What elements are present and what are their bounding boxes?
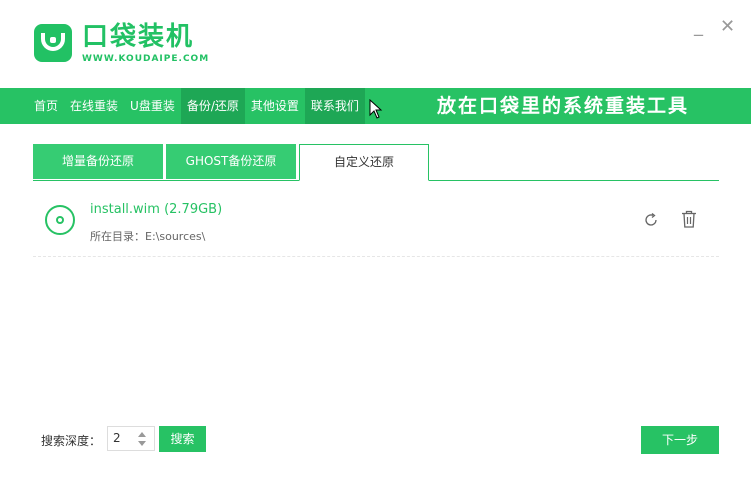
next-step-button[interactable]: 下一步 xyxy=(641,426,719,454)
search-depth-stepper[interactable]: 2 xyxy=(107,426,155,451)
nav-item-other-settings[interactable]: 其他设置 xyxy=(245,88,305,124)
close-button[interactable]: ✕ xyxy=(720,16,735,37)
app-logo: 口袋装机 WWW.KOUDAIPE.COM xyxy=(34,22,209,64)
disc-icon xyxy=(45,205,75,235)
file-path: 所在目录：E:\sources\ xyxy=(90,230,206,243)
mouse-cursor-icon xyxy=(369,99,383,119)
stepper-down-icon[interactable] xyxy=(138,441,146,446)
nav-item-usb-reinstall[interactable]: U盘重装 xyxy=(124,88,181,124)
tab-custom-restore[interactable]: 自定义还原 xyxy=(299,144,429,181)
stepper-up-icon[interactable] xyxy=(138,432,146,437)
minimize-button[interactable]: _ xyxy=(694,16,703,37)
file-name: install.wim (2.79GB) xyxy=(90,202,223,217)
trash-icon[interactable] xyxy=(681,210,697,228)
refresh-icon[interactable] xyxy=(643,212,659,228)
app-url: WWW.KOUDAIPE.COM xyxy=(82,54,210,64)
app-window: 口袋装机 WWW.KOUDAIPE.COM _ ✕ 首页 在线重装 U盘重装 备… xyxy=(0,0,751,486)
nav-item-home[interactable]: 首页 xyxy=(28,88,64,124)
pocket-logo-icon xyxy=(34,24,72,62)
tab-incremental-backup[interactable]: 增量备份还原 xyxy=(33,144,163,179)
restore-tabs: 增量备份还原 GHOST备份还原 自定义还原 xyxy=(33,144,719,181)
nav-item-online-reinstall[interactable]: 在线重装 xyxy=(64,88,124,124)
file-list-item[interactable]: install.wim (2.79GB) 所在目录：E:\sources\ xyxy=(33,196,719,257)
nav-item-contact[interactable]: 联系我们 xyxy=(304,88,365,124)
nav-slogan: 放在口袋里的系统重装工具 xyxy=(437,95,690,117)
nav-item-backup-restore[interactable]: 备份/还原 xyxy=(180,88,245,124)
search-button[interactable]: 搜索 xyxy=(159,426,206,452)
search-depth-label: 搜索深度： xyxy=(41,434,102,448)
search-depth-value[interactable]: 2 xyxy=(113,431,121,445)
app-title: 口袋装机 xyxy=(82,22,195,52)
tab-ghost-backup[interactable]: GHOST备份还原 xyxy=(166,144,296,179)
